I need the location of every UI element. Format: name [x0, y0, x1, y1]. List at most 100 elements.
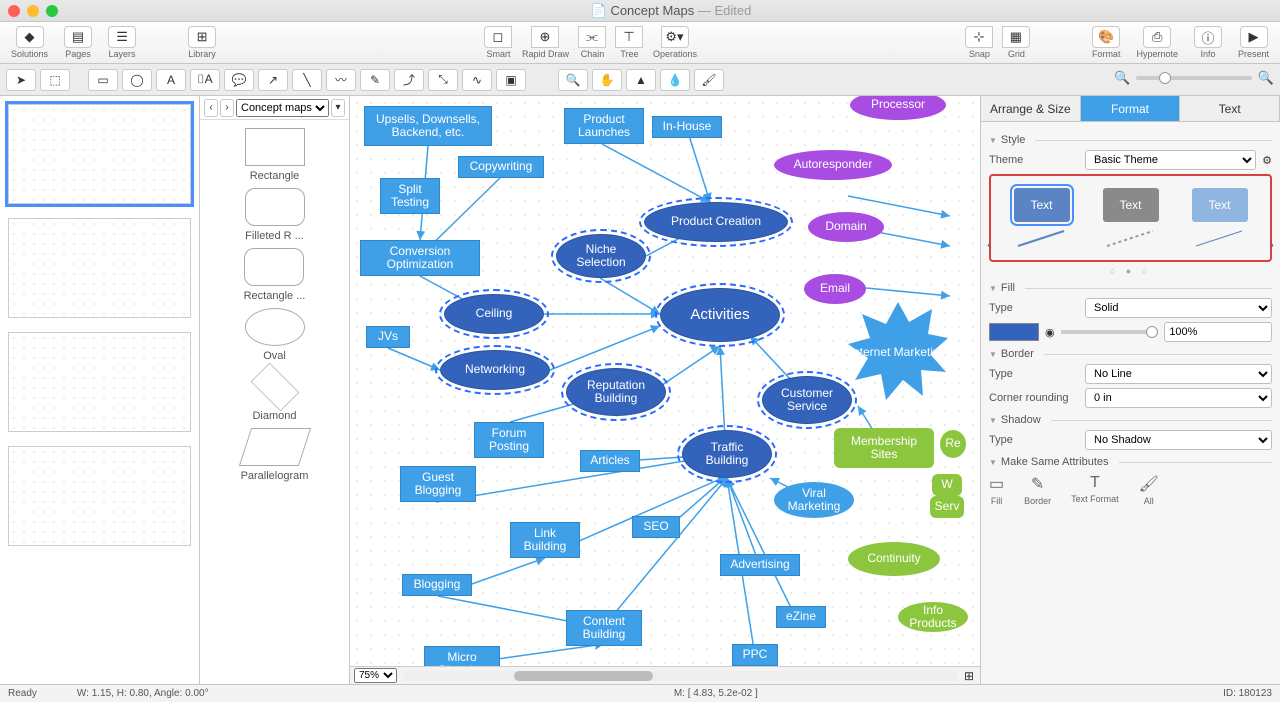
node[interactable]: Product Creation [644, 202, 788, 242]
swatch-next-icon[interactable]: › [1269, 236, 1274, 252]
node[interactable]: Advertising [720, 554, 800, 576]
arrow-tool[interactable]: ↗ [258, 69, 288, 91]
format-button[interactable]: 🎨Format [1087, 25, 1126, 60]
library-selector[interactable]: Concept maps [236, 99, 329, 117]
border-section[interactable]: Border [989, 348, 1272, 360]
close-icon[interactable] [8, 5, 20, 17]
node[interactable]: Continuity [848, 542, 940, 576]
node[interactable]: Copywriting [458, 156, 544, 178]
hand-tool[interactable]: ✋ [592, 69, 622, 91]
ellipse-tool[interactable]: ◯ [122, 69, 152, 91]
info-button[interactable]: ⓘInfo [1189, 25, 1227, 60]
node[interactable]: Reputation Building [566, 368, 666, 416]
tab-text[interactable]: Text [1180, 96, 1280, 121]
brush-tool[interactable]: 🖌 [694, 69, 724, 91]
fill-section[interactable]: Fill [989, 282, 1272, 294]
shadow-select[interactable]: No Shadow [1085, 430, 1272, 450]
library-item[interactable]: Parallelogram [241, 428, 309, 482]
node[interactable]: Re [940, 430, 966, 458]
lib-menu-icon[interactable]: ▾ [331, 99, 345, 117]
curve-tool[interactable]: 〰 [326, 69, 356, 91]
same-border-button[interactable]: ✎Border [1024, 474, 1051, 506]
page-thumb-3[interactable] [8, 332, 191, 432]
arrow-style-3[interactable] [1192, 228, 1248, 248]
zoom-in-icon[interactable]: 🔍 [1258, 70, 1274, 86]
zoom-out-icon[interactable]: 🔍 [1114, 70, 1130, 86]
solutions-button[interactable]: ◆Solutions [6, 25, 53, 60]
node[interactable]: Forum Posting [474, 422, 544, 458]
node[interactable]: Ceiling [444, 294, 544, 334]
zoom-icon[interactable] [46, 5, 58, 17]
grid-button[interactable]: ▦Grid [998, 25, 1035, 60]
node[interactable]: Info Products [898, 602, 968, 632]
fill-color-swatch[interactable] [989, 323, 1039, 341]
swatch-pager[interactable]: ○ ● ○ [989, 266, 1272, 276]
eyedropper-tool[interactable]: 💧 [660, 69, 690, 91]
layout-icon[interactable]: ⊞ [964, 669, 974, 683]
node[interactable]: Articles [580, 450, 640, 472]
node[interactable]: Link Building [510, 522, 580, 558]
smart-button[interactable]: ◻Smart [480, 25, 517, 60]
library-item[interactable]: Oval [245, 308, 305, 362]
library-item[interactable]: Filleted R ... [245, 188, 305, 242]
node[interactable]: Membership Sites [834, 428, 934, 468]
swatch-prev-icon[interactable]: ‹ [987, 236, 992, 252]
tree-button[interactable]: ⊤Tree [611, 25, 648, 60]
layers-button[interactable]: ☰Layers [103, 25, 141, 60]
snap-button[interactable]: ⊹Snap [961, 25, 998, 60]
tab-format[interactable]: Format [1081, 96, 1181, 121]
same-attr-section[interactable]: Make Same Attributes [989, 456, 1272, 468]
node[interactable]: Customer Service [762, 376, 852, 424]
node[interactable]: Activities [660, 288, 780, 342]
node[interactable]: Split Testing [380, 178, 440, 214]
same-fill-button[interactable]: ▭Fill [989, 474, 1004, 506]
stamp-tool[interactable]: ▲ [626, 69, 656, 91]
chain-button[interactable]: ⫘Chain [574, 25, 611, 60]
tab-arrange[interactable]: Arrange & Size [981, 96, 1081, 121]
page-thumb-1[interactable] [8, 104, 191, 204]
fill-opacity-input[interactable] [1164, 322, 1272, 342]
corner-select[interactable]: 0 in [1085, 388, 1272, 408]
node[interactable]: Processor [850, 96, 946, 120]
h-scrollbar[interactable] [403, 671, 958, 681]
pages-button[interactable]: ▤Pages [59, 25, 97, 60]
node[interactable]: Email [804, 274, 866, 304]
lib-back-icon[interactable]: ‹ [204, 99, 218, 117]
callout-tool[interactable]: 💬 [224, 69, 254, 91]
rect-tool[interactable]: ▭ [88, 69, 118, 91]
node[interactable]: Conversion Optimization [360, 240, 480, 276]
swatch-1[interactable]: Text [1014, 188, 1070, 222]
gear-icon[interactable]: ⚙ [1262, 154, 1272, 167]
line-tool[interactable]: ╲ [292, 69, 322, 91]
swatch-3[interactable]: Text [1192, 188, 1248, 222]
node[interactable]: Content Building [566, 610, 642, 646]
connector-tool[interactable]: ⤡ [428, 69, 458, 91]
zoom-select[interactable]: 75% [354, 668, 397, 683]
node[interactable]: Guest Blogging [400, 466, 476, 502]
node[interactable]: In-House [652, 116, 722, 138]
theme-select[interactable]: Basic Theme [1085, 150, 1256, 170]
frame-tool[interactable]: ▣ [496, 69, 526, 91]
canvas[interactable]: Upsells, Downsells, Backend, etc.Product… [350, 96, 980, 684]
same-all-button[interactable]: 🖌All [1139, 474, 1159, 506]
library-item[interactable]: Diamond [245, 368, 305, 422]
zoom-tool[interactable]: 🔍 [558, 69, 588, 91]
library-item[interactable]: Rectangle ... [244, 248, 306, 302]
page-thumb-2[interactable] [8, 218, 191, 318]
operations-button[interactable]: ⚙▾Operations [648, 25, 702, 60]
node[interactable]: eZine [776, 606, 826, 628]
node[interactable]: Viral Marketing [774, 482, 854, 518]
color-picker-icon[interactable]: ◉ [1045, 326, 1055, 339]
border-type-select[interactable]: No Line [1085, 364, 1272, 384]
style-section[interactable]: Style [989, 134, 1272, 146]
arrow-style-1[interactable] [1014, 228, 1070, 248]
library-item[interactable]: Rectangle [245, 128, 305, 182]
shadow-section[interactable]: Shadow [989, 414, 1272, 426]
node[interactable]: Networking [440, 350, 550, 390]
library-button[interactable]: ⊞Library [183, 25, 221, 60]
starburst-node[interactable]: Internet Marketing [848, 302, 948, 402]
textbox-tool[interactable]: ⌷A [190, 69, 220, 91]
node[interactable]: Serv [930, 496, 964, 518]
present-button[interactable]: ▶Present [1233, 25, 1274, 60]
node[interactable]: Domain [808, 212, 884, 242]
